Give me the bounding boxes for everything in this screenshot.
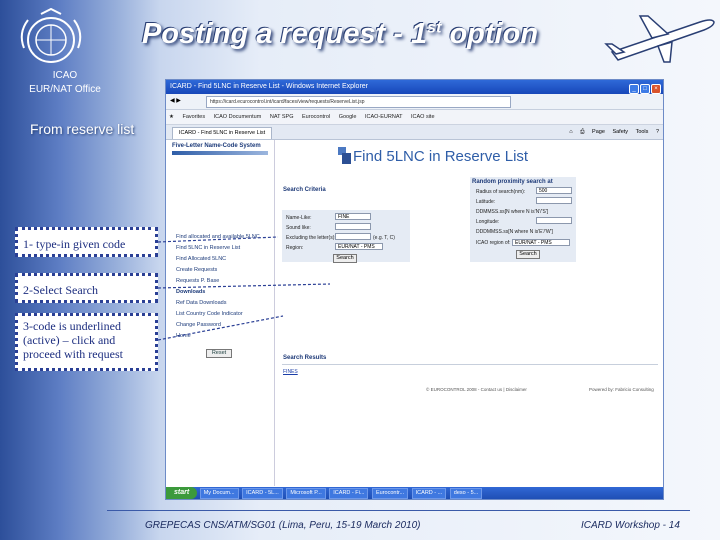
- field-label: Sound like:: [286, 225, 311, 231]
- longitude-input[interactable]: [536, 217, 572, 224]
- forward-icon[interactable]: ▶: [176, 98, 181, 104]
- window-title: ICARD - Find 5LNC in Reserve List - Wind…: [170, 83, 369, 90]
- powered-by-text: Powered by: Fabricio Consulting: [589, 387, 654, 392]
- tab-active[interactable]: ICARD - Find 5LNC in Reserve List: [172, 127, 273, 139]
- system-logo-text: Five-Letter Name-Code System: [172, 143, 261, 149]
- page-heading: Find 5LNC in Reserve List: [353, 148, 529, 165]
- taskbar-item[interactable]: deso - 5...: [449, 488, 483, 499]
- logo-bar: [172, 151, 268, 155]
- search-criteria-label: Search Criteria: [283, 187, 326, 193]
- callout-underlined-code: 3-code is underlined (active) – click an…: [15, 313, 158, 371]
- favorite-item[interactable]: ICAO-EURNAT: [365, 114, 402, 120]
- menu-safety[interactable]: Safety: [612, 129, 628, 135]
- result-code-link[interactable]: FINES: [283, 369, 298, 375]
- search-button[interactable]: Search: [333, 254, 357, 263]
- sound-like-input[interactable]: [335, 223, 371, 230]
- region-select[interactable]: EUR/NAT - PMS: [335, 243, 383, 250]
- nav-item[interactable]: Create Requests: [176, 267, 217, 273]
- favorite-item[interactable]: ICAO Documentum: [214, 114, 262, 120]
- nav-item[interactable]: List Country Code Indicator: [176, 311, 243, 317]
- search-results-label: Search Results: [283, 355, 327, 361]
- proximity-search-button[interactable]: Search: [516, 250, 540, 259]
- icao-logo-emblem: [20, 8, 82, 63]
- callout-type-code: 1- type-in given code: [15, 227, 158, 257]
- help-icon[interactable]: ?: [656, 129, 659, 135]
- nav-item[interactable]: Downloads: [176, 289, 205, 295]
- footer-meeting: GREPECAS CNS/ATM/SG01 (Lima, Peru, 15-19…: [145, 520, 421, 531]
- favorite-item[interactable]: ICAO site: [411, 114, 435, 120]
- maximize-icon[interactable]: □: [640, 84, 650, 94]
- start-button[interactable]: start: [166, 487, 198, 499]
- browser-window: ICARD - Find 5LNC in Reserve List - Wind…: [165, 79, 664, 500]
- slide-subtitle: From reserve list: [30, 121, 135, 137]
- favorite-item[interactable]: Eurocontrol: [302, 114, 330, 120]
- name-like-input[interactable]: FINE: [335, 213, 371, 220]
- nav-item[interactable]: Find Allocated 5LNC: [176, 256, 226, 262]
- icao-region-select[interactable]: EUR/NAT - PMS: [512, 239, 570, 246]
- nav-item[interactable]: Ref Data Downloads: [176, 300, 226, 306]
- radius-input[interactable]: 500: [536, 187, 572, 194]
- taskbar-item[interactable]: Eurocontr...: [371, 488, 409, 499]
- field-hint: DDMMSS.ss[N where N is'N'/'S']: [476, 209, 549, 215]
- left-navigation: Five-Letter Name-Code System Find alloca…: [166, 140, 275, 486]
- field-label: ICAO region of:: [476, 240, 511, 246]
- menu-tools[interactable]: Tools: [636, 129, 649, 135]
- nav-item[interactable]: Find 5LNC in Reserve List: [176, 245, 240, 251]
- taskbar-item[interactable]: My Docum...: [199, 488, 239, 499]
- field-label: Latitude:: [476, 199, 496, 205]
- callout-select-search: 2-Select Search: [15, 273, 158, 303]
- footer-rule: [107, 510, 690, 511]
- field-label: Radius of search(nm):: [476, 189, 526, 195]
- favorite-item[interactable]: Favorites: [182, 114, 205, 120]
- taskbar-item[interactable]: ICARD - Fi...: [329, 488, 369, 499]
- field-hint: DDDMMSS.ss[N where N is'E'/'W']: [476, 229, 553, 235]
- copyright-text: © EUROCONTROL 2008 - Contact us | Discla…: [426, 387, 527, 392]
- taskbar-item[interactable]: ICARD - ...: [411, 488, 447, 499]
- nav-item[interactable]: Find allocated and available 5LNC: [176, 234, 260, 240]
- field-hint: (e.g. T, C): [373, 235, 395, 241]
- menu-page[interactable]: Page: [592, 129, 605, 135]
- exclude-letters-input[interactable]: [335, 233, 371, 240]
- org-label: ICAO EUR/NAT Office: [29, 70, 101, 95]
- print-icon[interactable]: ⎙: [580, 129, 584, 135]
- latitude-input[interactable]: [536, 197, 572, 204]
- airplane-icon: [604, 15, 715, 63]
- taskbar-item[interactable]: ICARD - 5L...: [242, 488, 283, 499]
- main-content: Find 5LNC in Reserve List Search Criteri…: [278, 140, 663, 486]
- footer-page: ICARD Workshop - 14: [581, 520, 680, 531]
- reset-button[interactable]: Reset: [206, 349, 232, 358]
- field-label: Name-Like:: [286, 215, 312, 221]
- minimize-icon[interactable]: _: [629, 84, 639, 94]
- home-icon[interactable]: ⌂: [569, 129, 572, 135]
- favorite-item[interactable]: NAT SPG: [270, 114, 294, 120]
- tab-bar: ICARD - Find 5LNC in Reserve List ⌂ ⎙ Pa…: [166, 125, 663, 140]
- field-label: Region:: [286, 245, 304, 251]
- web-page: Five-Letter Name-Code System Find alloca…: [166, 140, 663, 486]
- nav-item[interactable]: Home: [176, 333, 191, 339]
- field-label: Longitude:: [476, 219, 500, 225]
- taskbar-item[interactable]: Microsoft P...: [286, 488, 326, 499]
- slide-title: Posting a request - 1st option: [141, 18, 539, 50]
- address-bar: ◀ ▶ https://icard.ecurocontrol.int/icard…: [166, 94, 663, 110]
- close-icon[interactable]: ×: [651, 84, 661, 94]
- field-label: Excluding the letter(s):: [286, 235, 336, 241]
- nav-item[interactable]: Change Password: [176, 322, 221, 328]
- window-title-bar: ICARD - Find 5LNC in Reserve List - Wind…: [166, 80, 663, 94]
- favorites-star-icon[interactable]: ★: [169, 114, 174, 120]
- results-divider: [282, 364, 658, 365]
- system-logo: Five-Letter Name-Code System: [172, 143, 268, 167]
- logo-squares-icon: [338, 147, 351, 164]
- taskbar: start My Docum... ICARD - 5L... Microsof…: [166, 487, 663, 499]
- favorites-bar: ★ Favorites ICAO Documentum NAT SPG Euro…: [166, 110, 663, 125]
- proximity-label: Random proximity search at: [472, 179, 553, 185]
- back-icon[interactable]: ◀: [170, 98, 175, 104]
- nav-item[interactable]: Requests P. Base: [176, 278, 219, 284]
- url-input[interactable]: https://icard.ecurocontrol.int/icard/fac…: [206, 96, 511, 108]
- favorite-item[interactable]: Google: [339, 114, 357, 120]
